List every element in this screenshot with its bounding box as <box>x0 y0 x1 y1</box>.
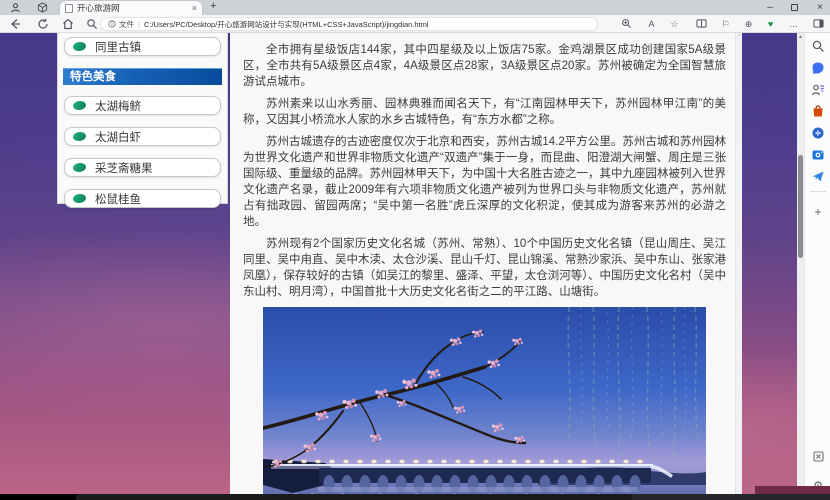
paragraph-towns: 苏州现有2个国家历史文化名城（苏州、常熟）、10个中国历史文化名镇（昆山周庄、吴… <box>243 236 726 300</box>
browser-toolbar: 文件 | C:/Users/PC/Desktop/开心旅游网站设计与实现(HTM… <box>0 15 830 33</box>
restore-button[interactable] <box>791 4 798 11</box>
info-icon[interactable] <box>108 20 116 28</box>
edge-sidebar-rail: + ⚙ <box>804 33 830 494</box>
address-url[interactable]: C:/Users/PC/Desktop/开心旅游网站设计与实现(HTML+CSS… <box>144 19 429 30</box>
paragraph-gardens: 苏州素来以山水秀丽、园林典雅而闻名天下，有“江南园林甲天下，苏州园林甲江南”的美… <box>243 96 726 128</box>
sidebar-item-tongli[interactable]: 同里古镇 <box>64 37 221 56</box>
page-viewport: 同里古镇 特色美食 太湖梅鲚 太湖白虾 采芝斋糖果 松鼠桂鱼 <box>0 33 830 494</box>
rail-people-icon[interactable] <box>811 83 825 97</box>
site-sidebar: 同里古镇 特色美食 太湖梅鲚 太湖白虾 采芝斋糖果 松鼠桂鱼 <box>57 33 228 204</box>
leaf-icon <box>72 130 87 143</box>
address-separator: | <box>138 20 140 29</box>
site-container: 同里古镇 特色美食 太湖梅鲚 太湖白虾 采芝斋糖果 松鼠桂鱼 <box>57 33 742 494</box>
tab-title: 开心旅游网 <box>77 2 188 14</box>
site-content: 全市拥有星级饭店144家，其中四星级及以上饭店75家。金鸡湖景区成功创建国家5A… <box>230 33 742 494</box>
rail-divider <box>810 191 826 192</box>
rail-hide-sidebar-icon[interactable] <box>805 451 830 464</box>
paragraph-hotels: 全市拥有星级饭店144家，其中四星级及以上饭店75家。金鸡湖景区成功创建国家5A… <box>243 42 726 90</box>
sidebar-toggle-icon[interactable] <box>812 18 825 30</box>
refresh-icon[interactable] <box>37 18 49 30</box>
sidebar-item-songshuguiyu[interactable]: 松鼠桂鱼 <box>64 189 221 208</box>
rail-games-icon[interactable] <box>811 126 825 140</box>
sidebar-item-caizhizhai[interactable]: 采芝斋糖果 <box>64 158 221 177</box>
extensions-globe-icon[interactable]: ⊕ <box>742 18 755 30</box>
minimize-button[interactable]: – <box>762 1 778 14</box>
favorites-star-icon[interactable]: ☆ <box>668 18 681 30</box>
home-icon[interactable] <box>62 18 74 30</box>
browser-titlebar: 开心旅游网 × + – × <box>0 0 830 15</box>
leaf-icon <box>72 99 87 112</box>
scrollbar-thumb[interactable] <box>798 155 803 258</box>
scroll-up-icon[interactable]: ▲ <box>797 34 804 40</box>
page-scrollbar[interactable]: ▲ <box>797 33 804 494</box>
back-icon[interactable] <box>9 18 21 30</box>
sidebar-section-title: 特色美食 <box>63 68 222 85</box>
rail-copilot-icon[interactable] <box>811 61 825 75</box>
content-scrollbar[interactable]: ˆ <box>735 33 742 494</box>
content-scroll-up-icon[interactable]: ˆ <box>736 35 742 41</box>
scenic-photo <box>263 307 706 494</box>
leaf-icon <box>72 192 87 205</box>
desktop-screen: 开心旅游网 × + – × 文件 | C:/Users/PC/Desktop/开… <box>0 0 830 500</box>
leaf-icon <box>72 40 87 53</box>
browser-essentials-icon[interactable]: ♥ <box>764 18 777 30</box>
new-tab-button[interactable]: + <box>210 0 216 12</box>
campaign-flag-icon[interactable]: ⚐ <box>719 18 732 30</box>
paragraph-heritage: 苏州古城遗存的古迹密度仅次于北京和西安，苏州古城14.2平方公里。苏州古城和苏州… <box>243 134 726 230</box>
rail-search-icon[interactable] <box>811 39 825 53</box>
zoom-icon[interactable] <box>620 18 633 30</box>
rail-add-icon[interactable]: + <box>805 205 830 219</box>
rail-drop-icon[interactable] <box>811 169 825 183</box>
address-scheme-label: 文件 <box>119 19 134 30</box>
browser-tab[interactable]: 开心旅游网 × <box>60 1 202 15</box>
page-doc-icon <box>65 4 73 13</box>
workspaces-icon[interactable] <box>37 2 48 13</box>
split-screen-icon[interactable] <box>695 18 708 30</box>
taskbar-left-segment <box>0 494 76 500</box>
rail-shopping-icon[interactable] <box>811 104 825 118</box>
taskbar-right-segment <box>632 494 830 500</box>
tab-close-icon[interactable]: × <box>192 4 197 13</box>
search-icon[interactable] <box>86 18 98 30</box>
rail-image-creator-icon[interactable] <box>811 148 825 162</box>
address-bar[interactable]: 文件 | C:/Users/PC/Desktop/开心旅游网站设计与实现(HTM… <box>100 17 598 31</box>
read-aloud-icon[interactable]: A <box>645 18 658 30</box>
bottom-right-fragment <box>755 486 830 494</box>
sidebar-item-meiji[interactable]: 太湖梅鲚 <box>64 96 221 115</box>
leaf-icon <box>72 161 87 174</box>
windows-taskbar[interactable] <box>0 494 830 500</box>
sidebar-item-baixia[interactable]: 太湖白虾 <box>64 127 221 146</box>
close-window-button[interactable]: × <box>812 1 828 14</box>
profile-icon[interactable] <box>10 2 21 13</box>
settings-dots-icon[interactable]: … <box>787 18 800 30</box>
